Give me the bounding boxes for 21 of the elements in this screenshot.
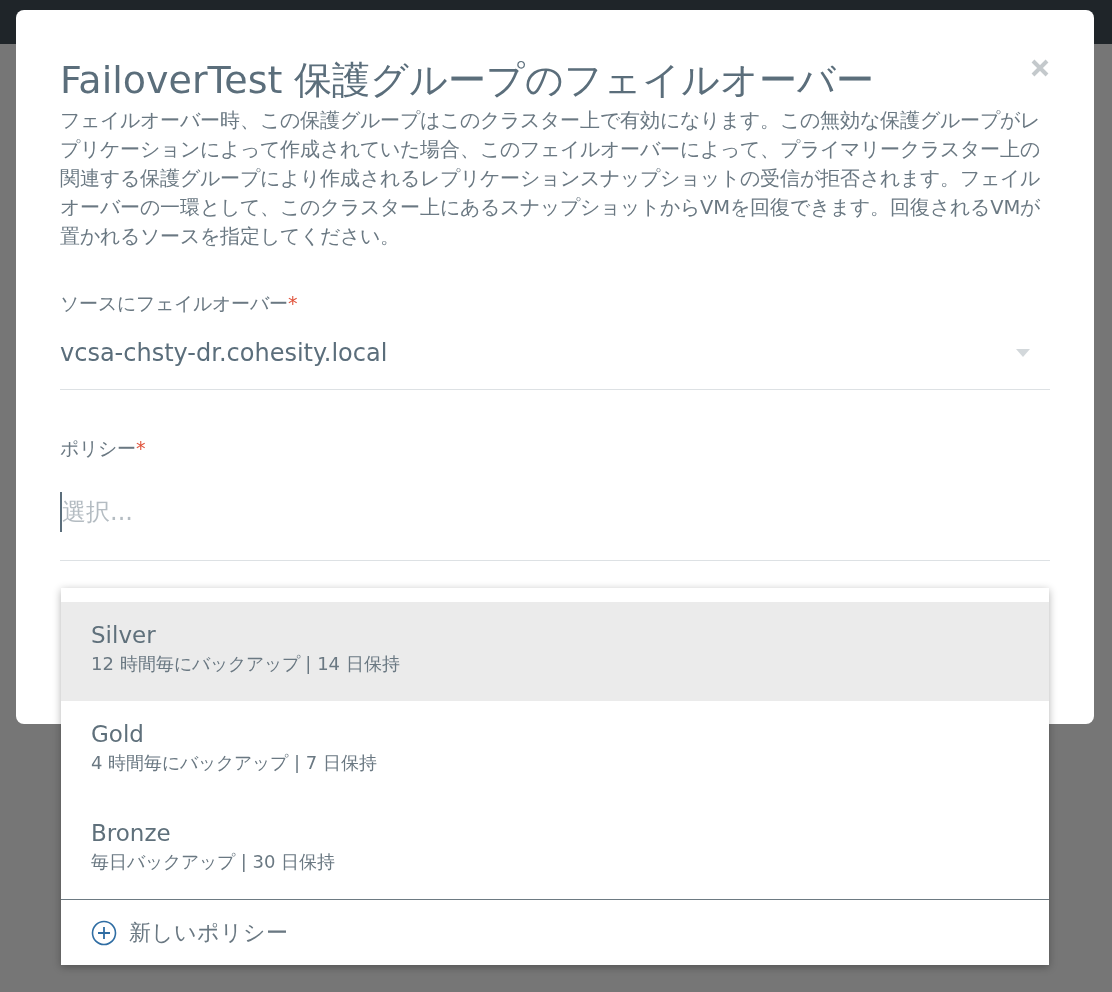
field-label: ソースにフェイルオーバー: [60, 292, 288, 314]
policy-detail: 4 時間毎にバックアップ | 7 日保持: [91, 751, 377, 775]
required-mark: *: [136, 437, 146, 459]
policy-name: Silver: [91, 621, 156, 650]
policy-option[interactable]: Silver 12 時間毎にバックアップ | 14 日保持: [61, 602, 1049, 701]
field-label: ポリシー: [60, 437, 136, 459]
add-icon: [91, 919, 117, 946]
close-icon: [1030, 58, 1050, 78]
new-policy-button[interactable]: 新しいポリシー: [61, 899, 1049, 965]
policy-name: Bronze: [91, 819, 171, 848]
source-select[interactable]: vcsa-chsty-dr.cohesity.local: [60, 317, 1050, 389]
required-mark: *: [288, 292, 298, 314]
description-text: フェイルオーバー時、この保護グループはこのクラスター上で有効になります。この無効な保護グループがレプリケーションによって作成されていた場合、このフェイルオーバーによって、プライマリークラスター上の関連する保護グループにより作成されるレプリケーションスナップショットの受信が拒否されます。フェイルオーバーの一環として、このクラスター上にあるスナップショットからVMを回復できます。回復されるVMが置かれるソースを指定してください。: [60, 108, 1042, 250]
policy-option[interactable]: Gold 4 時間毎にバックアップ | 7 日保持: [61, 701, 1049, 800]
policy-name: Gold: [91, 720, 144, 749]
policy-detail: 12 時間毎にバックアップ | 14 日保持: [91, 652, 400, 676]
policy-option[interactable]: Bronze 毎日バックアップ | 30 日保持: [61, 800, 1049, 899]
policy-detail: 毎日バックアップ | 30 日保持: [91, 850, 336, 874]
caret-icon: [1016, 349, 1030, 357]
close-button[interactable]: [1030, 58, 1050, 78]
dialog-title: FailoverTest 保護グループのフェイルオーバー: [60, 57, 875, 104]
